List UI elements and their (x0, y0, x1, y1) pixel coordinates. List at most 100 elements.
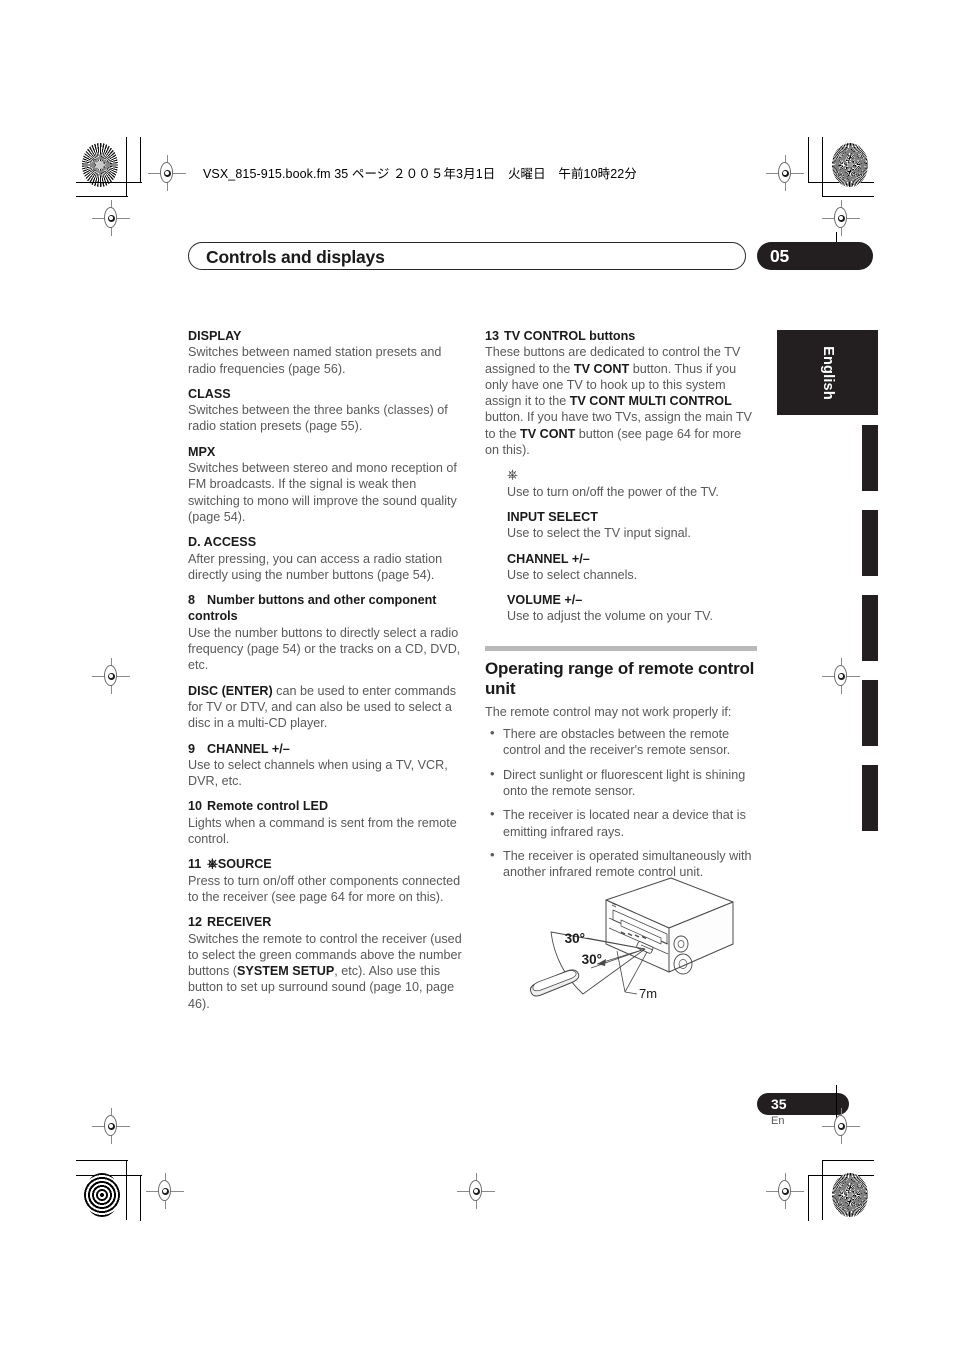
power-icon: ⎈ (207, 856, 218, 872)
disc-enter-label: DISC (ENTER) (188, 683, 273, 698)
entry-remote-led-index: 10 (188, 799, 203, 814)
crop-mark-bottom-left-v (126, 1160, 128, 1220)
entry-mpx: MPX Switches between stereo and mono rec… (188, 444, 463, 525)
registration-mark-upper-left (92, 200, 130, 236)
crop-mark-top-right-v2 (808, 137, 810, 183)
registration-mark-upper-right (822, 200, 860, 236)
subitem-tv-channel: CHANNEL +/– Use to select channels. (507, 551, 757, 584)
subitem-input-select-body: Use to select the TV input signal. (507, 526, 691, 541)
crop-mark-top-left-h2 (76, 182, 142, 184)
section-divider (485, 645, 757, 651)
entry-class-heading: CLASS (188, 386, 231, 401)
entry-source-body: Press to turn on/off other components co… (188, 873, 461, 904)
operating-range-heading: Operating range of remote control unit (485, 658, 755, 698)
entry-disc-enter-body: DISC (ENTER) can be used to enter comman… (188, 683, 463, 732)
subitem-input-select: INPUT SELECT Use to select the TV input … (507, 509, 757, 542)
crop-mark-bottom-right-h (822, 1160, 874, 1162)
entry-display-heading: DISPLAY (188, 329, 242, 343)
crop-mark-bottom-left-h (76, 1160, 128, 1162)
entry-mpx-heading: MPX (188, 444, 216, 459)
registration-mark-middle-right (822, 658, 860, 694)
remote-operating-range-diagram: 30° 30° 7m (521, 872, 761, 1012)
power-icon: ⎈ (507, 467, 518, 483)
tv-cont-label-1: TV CONT (573, 361, 630, 376)
tv-cont-multi-control-label: TV CONT MULTI CONTROL (569, 394, 732, 409)
angle-label-upper: 30° (565, 931, 585, 946)
entry-source-title: SOURCE (217, 857, 272, 872)
entry-number-buttons-title: Number buttons and other component contr… (188, 593, 437, 624)
entry-class-body: Switches between the three banks (classe… (188, 403, 448, 434)
entry-number-buttons-heading: 8 Number buttons and other component cont… (188, 592, 463, 625)
entry-class: CLASS Switches between the three banks (… (188, 386, 463, 435)
screen-angle-target-bottom-right (832, 1173, 868, 1217)
angle-label-lower: 30° (582, 952, 602, 967)
entry-channel-title: CHANNEL +/– (207, 741, 290, 756)
entry-number-buttons: 8 Number buttons and other component cont… (188, 592, 463, 731)
crop-mark-top-left-h (76, 196, 128, 198)
screen-angle-target-bottom-left (84, 1173, 120, 1217)
page-title-bar: Controls and displays (188, 242, 746, 270)
entry-remote-led-body: Lights when a command is sent from the r… (188, 815, 457, 847)
receiver-illustration-svg: 30° 30° 7m (530, 877, 734, 1001)
entry-tv-control-title-rest: buttons (585, 329, 636, 343)
crop-mark-bottom-left-v2 (140, 1175, 142, 1221)
crop-mark-top-left-v2 (140, 137, 142, 183)
right-text-column: 13 TV CONTROL buttons These buttons are d… (485, 328, 757, 888)
crop-mark-top-right-v (822, 137, 824, 197)
entry-receiver: 12 RECEIVER Switches the remote to contro… (188, 914, 463, 1012)
entry-tv-control: 13 TV CONTROL buttons These buttons are d… (485, 328, 757, 458)
entry-tv-control-index: 13 (485, 329, 500, 343)
print-filename-line: VSX_815-915.book.fm 35 ページ ２００５年3月1日 火曜日… (203, 167, 637, 181)
crop-mark-top-left-v (126, 137, 128, 197)
side-tab-3 (862, 595, 878, 661)
entry-mpx-body: Switches between stereo and mono recepti… (188, 461, 457, 524)
tv-cont-label-2: TV CONT (520, 426, 576, 441)
side-tab-1 (862, 425, 878, 491)
entry-remote-control-led: 10 Remote control LED Lights when a comma… (188, 798, 463, 847)
list-item: The receiver is located near a device th… (485, 806, 757, 840)
screen-angle-target-top-right (832, 143, 868, 187)
list-item: There are obstacles between the remote c… (485, 725, 757, 759)
distance-label: 7m (639, 986, 657, 1001)
entry-tv-control-body: These buttons are dedicated to control t… (485, 344, 757, 458)
subitem-tv-power-body: Use to turn on/off the power of the TV. (507, 484, 719, 499)
entry-d-access: D. ACCESS After pressing, you can access… (188, 534, 463, 583)
entry-receiver-body: Switches the remote to control the recei… (188, 931, 463, 1012)
subitem-tv-channel-body: Use to select channels. (507, 567, 638, 582)
system-setup-label: SYSTEM SETUP (237, 964, 335, 979)
entry-d-access-heading: D. ACCESS (188, 535, 257, 550)
entry-number-buttons-body: Use the number buttons to directly selec… (188, 625, 461, 673)
registration-mark-top-left (148, 155, 186, 191)
entry-channel: 9 CHANNEL +/– Use to select channels when… (188, 741, 463, 790)
screen-angle-target-top-left (82, 143, 118, 187)
entry-receiver-title: RECEIVER (207, 915, 272, 930)
entry-channel-heading: 9 CHANNEL +/– (188, 741, 463, 757)
registration-mark-bottom-right (766, 1173, 804, 1209)
registration-mark-top-right (766, 155, 804, 191)
side-tab-5 (862, 765, 878, 831)
chapter-number: 05 (770, 246, 790, 266)
left-text-column: DISPLAY Switches between named station p… (188, 328, 463, 1012)
entry-source-index: 11 (188, 857, 202, 872)
side-tab-2 (862, 510, 878, 576)
subitem-tv-volume-body: Use to adjust the volume on your TV. (507, 609, 713, 624)
entry-number-buttons-index: 8 (188, 593, 196, 608)
language-tab-english: English (777, 330, 878, 415)
entry-channel-index: 9 (188, 741, 196, 756)
entry-remote-led-title: Remote control LED (207, 799, 329, 814)
registration-mark-lower-right (822, 1108, 860, 1144)
entry-display: DISPLAY Switches between named station p… (188, 328, 463, 377)
entry-tv-control-heading: 13 TV CONTROL buttons (485, 328, 757, 344)
chapter-badge: 05 (757, 242, 873, 270)
entry-remote-led-heading: 10 Remote control LED (188, 798, 463, 814)
crop-mark-bottom-right-v (822, 1160, 824, 1220)
crop-mark-bottom-right-v2 (808, 1175, 810, 1221)
page-title: Controls and displays (206, 247, 385, 267)
entry-d-access-body: After pressing, you can access a radio s… (188, 551, 443, 582)
subitem-tv-volume-heading: VOLUME +/– (507, 593, 583, 608)
registration-mark-lower-left (92, 1108, 130, 1144)
language-tab-label: English (819, 345, 836, 400)
entry-receiver-heading: 12 RECEIVER (188, 914, 463, 930)
registration-mark-middle-left (92, 658, 130, 694)
subitem-tv-power: ⎈ Use to turn on/off the power of the TV… (507, 467, 757, 500)
